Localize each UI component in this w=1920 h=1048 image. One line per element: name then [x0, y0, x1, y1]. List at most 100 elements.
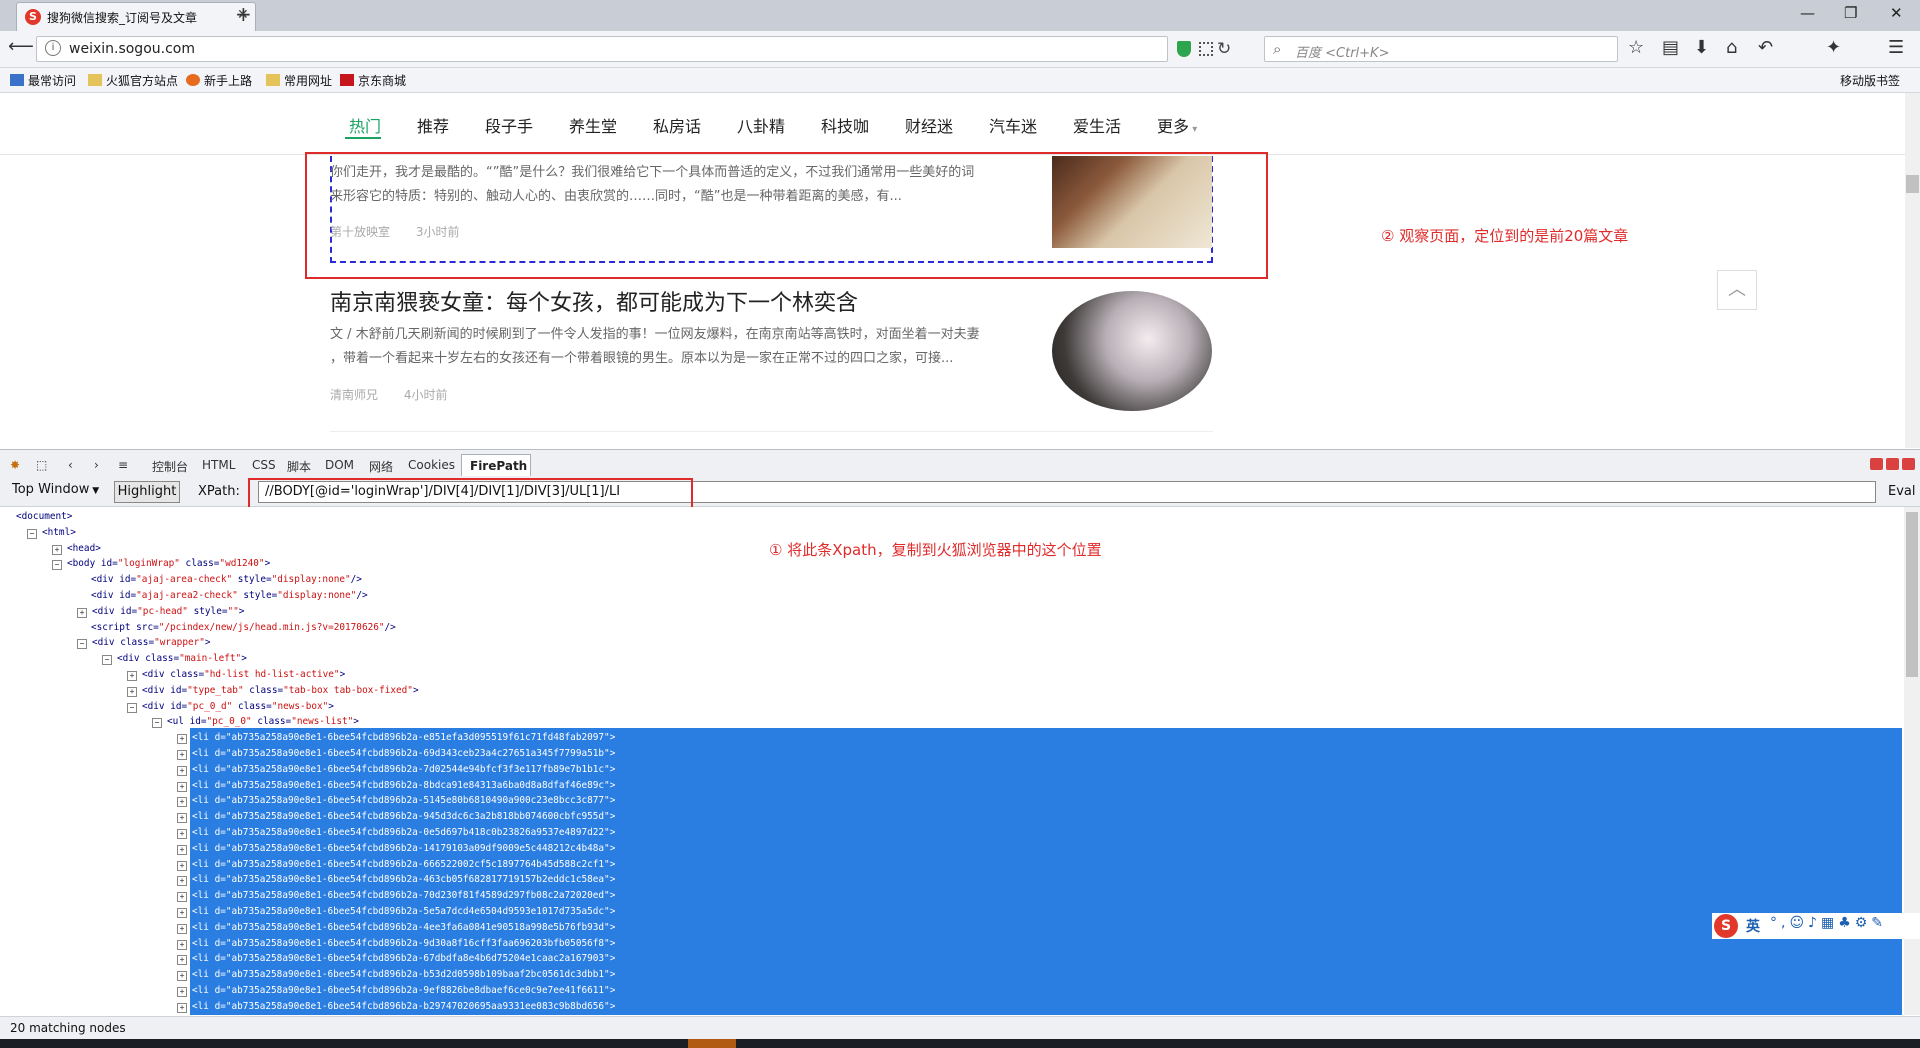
tree-node[interactable]: − <div class="main-left">	[102, 651, 247, 666]
firebug-tab[interactable]: 网络	[369, 458, 393, 475]
qr-code-icon[interactable]	[1199, 42, 1213, 56]
expand-icon[interactable]: +	[77, 607, 87, 618]
collapse-icon[interactable]: −	[52, 560, 62, 571]
expand-icon[interactable]: +	[127, 686, 137, 697]
site-info-icon[interactable]: i	[45, 40, 61, 56]
tree-node[interactable]: + <head>	[52, 541, 101, 556]
page-scrollbar[interactable]	[1905, 93, 1920, 448]
firebug-minimize-icon[interactable]	[1870, 458, 1883, 470]
expand-icon[interactable]: +	[177, 860, 187, 871]
restore-icon[interactable]: ❐	[1844, 4, 1857, 22]
page-scrollbar-thumb[interactable]	[1906, 175, 1919, 193]
tree-node-li[interactable]: + <li d="ab735a258a90e8e1-6bee54fcbd896b2…	[177, 841, 615, 856]
xpath-label[interactable]: XPath:	[198, 484, 240, 499]
tree-node[interactable]: <div id="ajaj-area-check" style="display…	[77, 572, 362, 587]
tree-node-li[interactable]: + <li d="ab735a258a90e8e1-6bee54fcbd896b2…	[177, 825, 615, 840]
firebug-tab[interactable]: Cookies	[408, 458, 455, 472]
tree-scrollbar-thumb[interactable]	[1906, 512, 1918, 677]
inspect-icon[interactable]: ⬚	[36, 458, 47, 472]
expand-icon[interactable]: +	[177, 781, 187, 792]
expand-icon[interactable]: +	[177, 813, 187, 824]
tree-node[interactable]: − <div id="pc_0_d" class="news-box">	[127, 699, 334, 714]
tree-node-li[interactable]: + <li d="ab735a258a90e8e1-6bee54fcbd896b2…	[177, 746, 615, 761]
expand-icon[interactable]: +	[177, 829, 187, 839]
search-input[interactable]: ⌕ 百度 <Ctrl+K>	[1264, 36, 1618, 62]
bookmark-item[interactable]: 最常访问	[10, 72, 76, 89]
expand-icon[interactable]: +	[177, 892, 187, 903]
category-more[interactable]: 更多 ▾	[1157, 113, 1197, 137]
tree-node-li[interactable]: + <li d="ab735a258a90e8e1-6bee54fcbd896b2…	[177, 809, 615, 824]
tree-node[interactable]: + <div id="type_tab" class="tab-box tab-b…	[127, 683, 419, 698]
ime-mode[interactable]: 英	[1746, 916, 1760, 936]
expand-icon[interactable]: +	[177, 987, 187, 997]
collapse-icon[interactable]: −	[127, 702, 137, 713]
category-item[interactable]: 段子手	[485, 113, 533, 137]
collapse-icon[interactable]: −	[27, 528, 37, 539]
nav-back-icon[interactable]: ‹	[68, 458, 73, 472]
home-icon[interactable]: ⌂	[1726, 37, 1737, 58]
eval-button[interactable]: Eval	[1888, 484, 1916, 499]
bookmark-item[interactable]: 京东商城	[340, 72, 406, 89]
collapse-icon[interactable]: −	[77, 639, 87, 650]
expand-icon[interactable]: +	[177, 876, 187, 887]
reload-icon[interactable]: ↻	[1217, 39, 1231, 59]
tree-node-li[interactable]: + <li d="ab735a258a90e8e1-6bee54fcbd896b2…	[177, 778, 615, 793]
expand-icon[interactable]: +	[177, 1002, 187, 1013]
firebug-tab[interactable]: HTML	[202, 458, 235, 472]
highlight-button[interactable]: Highlight	[114, 481, 180, 503]
firebug-icon[interactable]: ✸	[10, 458, 20, 472]
firebug-tab[interactable]: CSS	[252, 458, 276, 472]
new-tab-icon[interactable]: +	[235, 2, 252, 26]
menu-icon[interactable]: ☰	[1888, 37, 1904, 58]
category-hot[interactable]: 热门	[349, 113, 381, 137]
bookmark-item[interactable]: 新手上路	[186, 72, 252, 89]
expand-icon[interactable]: +	[177, 750, 187, 760]
nav-forward-icon[interactable]: ›	[94, 458, 99, 472]
bookmark-item[interactable]: 火狐官方站点	[88, 72, 178, 89]
expand-icon[interactable]: +	[177, 734, 187, 745]
category-item[interactable]: 科技咖	[821, 113, 869, 137]
tree-node-li[interactable]: + <li d="ab735a258a90e8e1-6bee54fcbd896b2…	[177, 904, 615, 919]
firebug-tab[interactable]: 脚本	[287, 458, 311, 475]
article-title[interactable]: 南京南猥亵女童：每个女孩，都可能成为下一个林奕含	[330, 285, 858, 317]
expand-icon[interactable]: +	[177, 971, 187, 982]
tree-node[interactable]: − <ul id="pc_0_0" class="news-list">	[152, 714, 359, 729]
expand-icon[interactable]: +	[177, 797, 187, 808]
history-back-icon[interactable]: ↶	[1758, 37, 1773, 58]
article-summary[interactable]: 文 / 木舒前几天刷新闻的时候刷到了一件令人发指的事！一位网友爆料，在南京南站等…	[330, 323, 1030, 371]
expand-icon[interactable]: +	[177, 844, 187, 855]
article-thumbnail[interactable]	[1052, 291, 1212, 411]
tree-node[interactable]: − <div class="wrapper">	[77, 635, 211, 650]
expand-icon[interactable]: +	[177, 908, 187, 918]
expand-icon[interactable]: +	[177, 765, 187, 776]
minimize-icon[interactable]: —	[1800, 4, 1815, 22]
download-icon[interactable]: ⬇	[1694, 37, 1709, 58]
category-item[interactable]: 八卦精	[737, 113, 785, 137]
ime-tools-icon[interactable]: °,☺♪▦♣⚙✎	[1770, 915, 1887, 931]
firebug-tab[interactable]: DOM	[325, 458, 354, 472]
category-item[interactable]: 推荐	[417, 113, 449, 137]
firebug-detach-icon[interactable]	[1886, 458, 1899, 470]
tree-node-li[interactable]: + <li d="ab735a258a90e8e1-6bee54fcbd896b2…	[177, 872, 615, 887]
collapse-icon[interactable]: −	[102, 655, 112, 666]
taskbar-item[interactable]	[688, 1039, 736, 1048]
tree-node[interactable]: <script src="/pcindex/new/js/head.min.js…	[77, 620, 396, 635]
extension-icon[interactable]: ✦	[1826, 37, 1841, 58]
window-select[interactable]: Top Window ▼	[12, 482, 99, 502]
browser-tab[interactable]: S 搜狗微信搜索_订阅号及文章 ✕	[16, 2, 256, 31]
tree-node-li[interactable]: + <li d="ab735a258a90e8e1-6bee54fcbd896b2…	[177, 936, 615, 951]
expand-icon[interactable]: +	[177, 939, 187, 950]
back-to-top-icon[interactable]: ︿	[1717, 270, 1757, 310]
category-item[interactable]: 养生堂	[569, 113, 617, 137]
security-shield-icon[interactable]	[1177, 41, 1191, 57]
bookmark-item[interactable]: 常用网址	[266, 72, 332, 89]
category-item[interactable]: 爱生活	[1073, 113, 1121, 137]
expand-icon[interactable]: +	[127, 671, 137, 681]
tree-node-li[interactable]: + <li d="ab735a258a90e8e1-6bee54fcbd896b2…	[177, 888, 615, 903]
bookmark-star-icon[interactable]: ☆	[1628, 37, 1644, 58]
tree-node-li[interactable]: + <li d="ab735a258a90e8e1-6bee54fcbd896b2…	[177, 762, 615, 777]
article-source[interactable]: 清南师兄	[330, 388, 378, 402]
tree-node-li[interactable]: + <li d="ab735a258a90e8e1-6bee54fcbd896b2…	[177, 951, 615, 966]
firebug-tab[interactable]: 控制台	[152, 458, 188, 475]
reading-list-icon[interactable]: ▤	[1662, 37, 1679, 58]
